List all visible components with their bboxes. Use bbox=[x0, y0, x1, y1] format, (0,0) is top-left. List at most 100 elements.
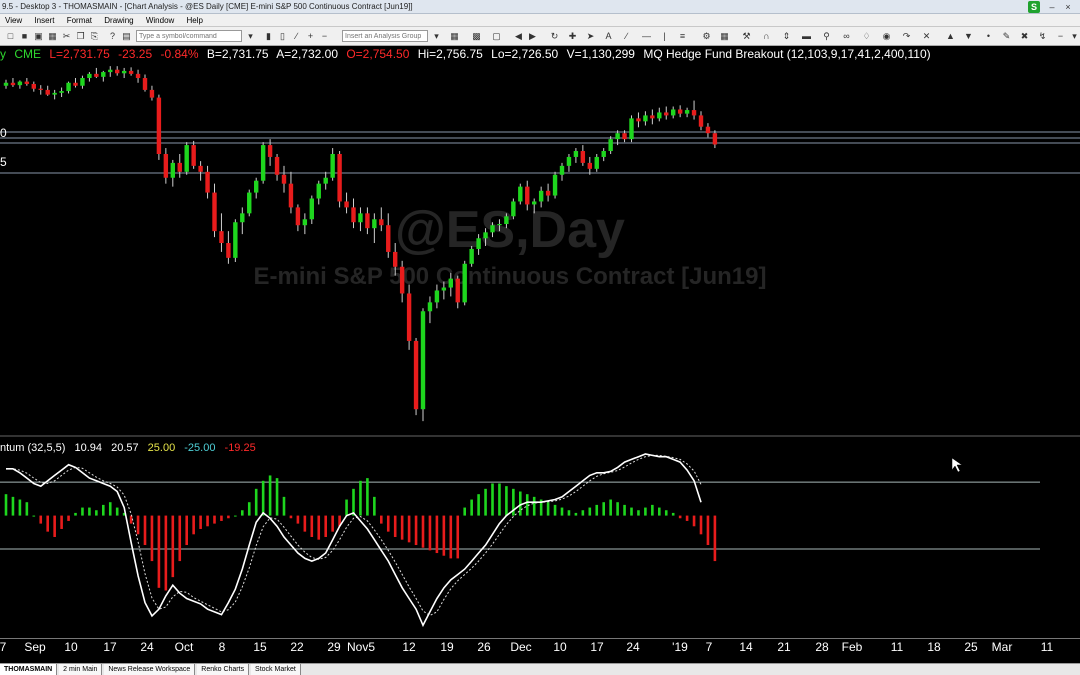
vertical-line-icon[interactable]: | bbox=[658, 30, 671, 42]
indicator-value-2: 20.57 bbox=[111, 442, 139, 454]
histogram-bar-down bbox=[393, 515, 397, 537]
symbol-command-input[interactable] bbox=[136, 30, 242, 42]
crosshair-icon[interactable]: ✚ bbox=[566, 30, 579, 42]
copy-icon[interactable]: ❐ bbox=[74, 30, 87, 42]
candle-down bbox=[413, 340, 419, 410]
print-icon[interactable]: ▦ bbox=[46, 30, 59, 42]
grid-view-icon[interactable]: ▦ bbox=[718, 30, 731, 42]
candle-down bbox=[94, 73, 99, 77]
menu-insert[interactable]: Insert bbox=[29, 14, 59, 27]
minus-icon[interactable]: − bbox=[1054, 30, 1067, 42]
cut-icon[interactable]: ✂ bbox=[60, 30, 73, 42]
settings-icon[interactable]: ⚙ bbox=[700, 30, 713, 42]
tab-renko-charts[interactable]: Renko Charts bbox=[197, 664, 250, 675]
lock-icon[interactable]: ⚲ bbox=[820, 30, 833, 42]
cut-line-icon[interactable]: ✖ bbox=[1018, 30, 1031, 42]
indicator-value-4: -25.00 bbox=[184, 442, 216, 454]
oscillator-line bbox=[6, 453, 702, 628]
histogram-bar-down bbox=[296, 515, 300, 524]
candle-up bbox=[615, 133, 620, 140]
candle-up bbox=[66, 82, 71, 92]
candle-up bbox=[233, 222, 238, 258]
quote-low: Lo=2,726.50 bbox=[491, 47, 559, 61]
bell-icon[interactable]: ♢ bbox=[860, 30, 873, 42]
text-icon[interactable]: A bbox=[602, 30, 615, 42]
export-icon[interactable]: ↷ bbox=[900, 30, 913, 42]
histogram-bar-up bbox=[484, 488, 487, 516]
histogram-bar-up bbox=[352, 488, 355, 516]
help-icon[interactable]: ? bbox=[106, 30, 119, 42]
status-badge[interactable]: S bbox=[1028, 1, 1040, 13]
chevron-down-icon[interactable]: ▾ bbox=[1068, 30, 1080, 42]
candle-up bbox=[462, 263, 467, 303]
line-chart-icon[interactable]: ∕ bbox=[290, 30, 303, 42]
window-icon[interactable]: ▢ bbox=[490, 30, 503, 42]
camera-icon[interactable]: ◉ bbox=[880, 30, 893, 42]
menu-view[interactable]: View bbox=[0, 14, 27, 27]
candle-up bbox=[566, 156, 572, 166]
pencil-icon[interactable]: ✎ bbox=[1000, 30, 1013, 42]
time-axis-label: 12 bbox=[402, 640, 416, 654]
candle-up bbox=[490, 225, 495, 233]
tab-news-release-workspace[interactable]: News Release Workspace bbox=[104, 664, 196, 675]
chart-icon[interactable]: ▤ bbox=[120, 30, 133, 42]
analysis-group-input[interactable] bbox=[342, 30, 428, 42]
time-axis-label: 17 bbox=[590, 640, 604, 654]
lightning-icon[interactable]: ↯ bbox=[1036, 30, 1049, 42]
histogram-bar-up bbox=[74, 512, 77, 516]
chevron-down-icon[interactable]: ▾ bbox=[244, 30, 257, 42]
title-bar: 9.5 - Desktop 3 - THOMASMAIN - [Chart An… bbox=[0, 0, 1080, 14]
minimize-icon[interactable]: – bbox=[1044, 1, 1060, 13]
arrow-up-icon[interactable]: ▲ bbox=[944, 30, 957, 42]
menu-help[interactable]: Help bbox=[182, 14, 208, 27]
dot-icon[interactable]: • bbox=[982, 30, 995, 42]
candle-down bbox=[705, 126, 711, 134]
link-icon[interactable]: ∞ bbox=[840, 30, 853, 42]
bar-chart-icon[interactable]: ▮ bbox=[262, 30, 275, 42]
refresh-icon[interactable]: ↻ bbox=[548, 30, 561, 42]
save-icon[interactable]: ▣ bbox=[32, 30, 45, 42]
delete-icon[interactable]: ✕ bbox=[920, 30, 933, 42]
arrow-left-icon[interactable]: ◀ bbox=[512, 30, 525, 42]
time-axis-label: 19 bbox=[440, 640, 454, 654]
zoom-out-icon[interactable]: − bbox=[318, 30, 331, 42]
paste-icon[interactable]: ⎘ bbox=[88, 30, 101, 42]
menu-window[interactable]: Window bbox=[141, 14, 179, 27]
magnet-icon[interactable]: ∩ bbox=[760, 30, 773, 42]
tab-stock-market[interactable]: Stock Market bbox=[251, 664, 301, 675]
candle-down bbox=[712, 133, 718, 145]
menu-format[interactable]: Format bbox=[62, 14, 97, 27]
candle-down bbox=[337, 153, 342, 202]
histogram-bar-down bbox=[407, 515, 411, 543]
chevron-down-icon[interactable]: ▾ bbox=[430, 30, 443, 42]
candle-down bbox=[351, 207, 356, 223]
tools-icon[interactable]: ⚒ bbox=[740, 30, 753, 42]
candle-down bbox=[10, 82, 16, 86]
grid-icon[interactable]: ▦ bbox=[448, 30, 461, 42]
open-icon[interactable]: ■ bbox=[18, 30, 31, 42]
fib-icon[interactable]: ≡ bbox=[676, 30, 689, 42]
tab-thomasmain[interactable]: THOMASMAIN bbox=[0, 664, 58, 675]
candle-down bbox=[455, 278, 460, 303]
time-axis-label: Dec bbox=[510, 640, 532, 654]
drag-icon[interactable]: ⇕ bbox=[780, 30, 793, 42]
candle-icon[interactable]: ▯ bbox=[276, 30, 289, 42]
candle-down bbox=[622, 133, 627, 140]
trendline-icon[interactable]: ∕ bbox=[620, 30, 633, 42]
menu-drawing[interactable]: Drawing bbox=[99, 14, 138, 27]
arrow-right-icon[interactable]: ▶ bbox=[526, 30, 539, 42]
time-axis-label: 14 bbox=[739, 640, 753, 654]
close-icon[interactable]: × bbox=[1060, 1, 1076, 13]
arrow-down-icon[interactable]: ▼ bbox=[962, 30, 975, 42]
ruler-icon[interactable]: ▬ bbox=[800, 30, 813, 42]
histogram-bar-up bbox=[247, 502, 251, 516]
candle-up bbox=[52, 92, 57, 95]
layout-icon[interactable]: ▩ bbox=[470, 30, 483, 42]
price-chart[interactable]: @ES,Day E-mini S&P 500 Continuous Contra… bbox=[0, 62, 1080, 638]
horizontal-line-icon[interactable]: — bbox=[640, 30, 653, 42]
zoom-in-icon[interactable]: + bbox=[304, 30, 317, 42]
tab-2-min-main[interactable]: 2 min Main bbox=[59, 664, 103, 675]
new-icon[interactable]: □ bbox=[4, 30, 17, 42]
cursor-icon[interactable]: ➤ bbox=[584, 30, 597, 42]
candle-up bbox=[559, 165, 565, 175]
